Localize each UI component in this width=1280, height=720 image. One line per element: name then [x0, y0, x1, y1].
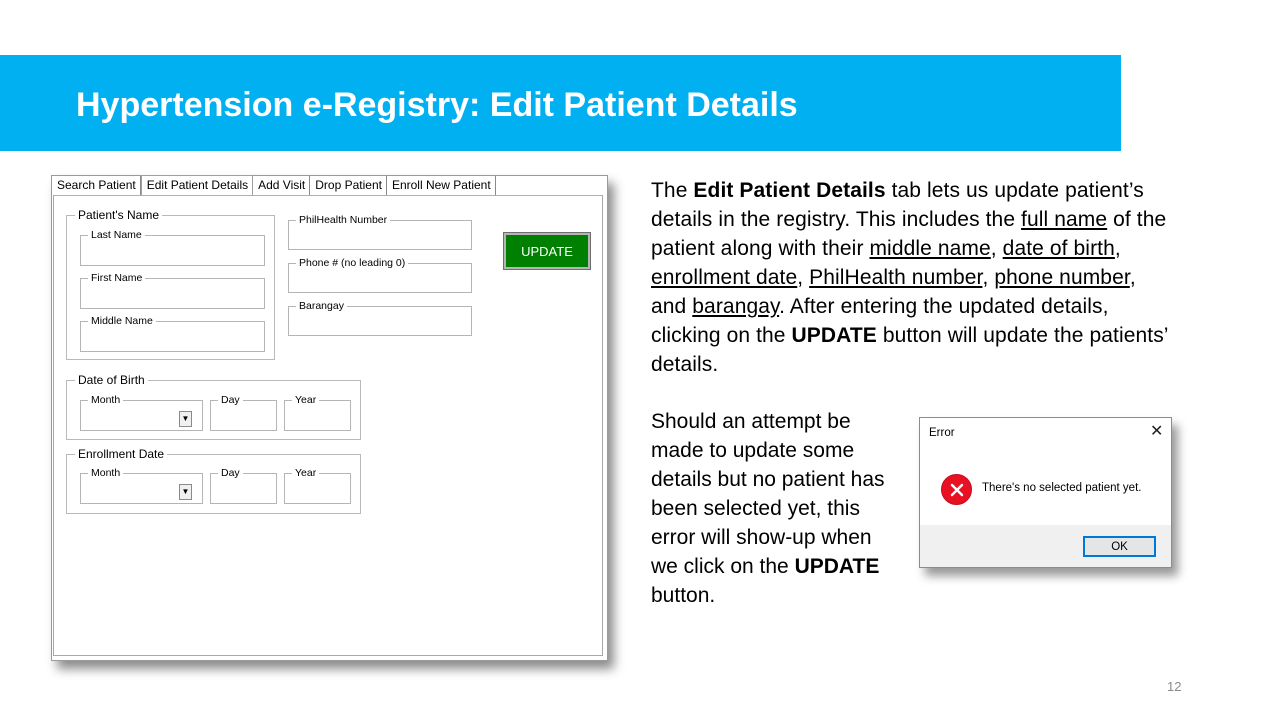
dob-month-box: Month ▼: [80, 394, 203, 431]
dialog-title: Error: [929, 427, 955, 439]
error-icon: [941, 474, 972, 505]
tab-drop-patient[interactable]: Drop Patient: [310, 176, 387, 195]
dob-year-label: Year: [292, 394, 320, 406]
text-run: ,: [1114, 237, 1121, 260]
error-description-paragraph: Should an attempt be made to update some…: [651, 407, 896, 610]
page-number: 12: [1167, 679, 1182, 694]
dob-year-box: Year: [284, 394, 351, 431]
middle-name-box: Middle Name: [80, 315, 265, 352]
middle-name-label: Middle Name: [88, 315, 156, 327]
first-name-box: First Name: [80, 272, 265, 309]
barangay-box: Barangay: [288, 300, 472, 336]
dob-day-box: Day: [210, 394, 277, 431]
phone-label: Phone # (no leading 0): [296, 257, 409, 269]
chevron-down-icon[interactable]: ▼: [179, 411, 192, 427]
last-name-input[interactable]: [84, 245, 261, 262]
tab-enroll-new-patient[interactable]: Enroll New Patient: [387, 176, 496, 195]
text-run: ,: [797, 266, 810, 289]
enroll-year-box: Year: [284, 467, 351, 504]
phone-input[interactable]: [292, 273, 468, 289]
dob-day-input[interactable]: [214, 410, 273, 427]
enroll-year-label: Year: [292, 467, 320, 479]
text-run: button.: [651, 584, 716, 607]
patient-name-legend: Patient's Name: [75, 208, 162, 222]
enroll-day-box: Day: [210, 467, 277, 504]
update-button[interactable]: UPDATE: [503, 232, 591, 270]
first-name-label: First Name: [88, 272, 146, 284]
enrollment-date-legend: Enrollment Date: [75, 447, 168, 461]
enrollment-date-group: Enrollment Date Month ▼ Day Year: [66, 447, 361, 514]
text-run: barangay: [692, 295, 780, 318]
barangay-label: Barangay: [296, 300, 347, 312]
text-run: ,: [982, 266, 995, 289]
text-run: ,: [990, 237, 1003, 260]
tab-search-patient[interactable]: Search Patient: [52, 176, 141, 195]
text-run: UPDATE: [791, 324, 877, 347]
dialog-footer: OK: [920, 525, 1171, 567]
tab-edit-patient-details[interactable]: Edit Patient Details: [140, 175, 254, 196]
text-run: middle name: [869, 237, 991, 260]
edit-patient-form-window: Search Patient Edit Patient Details Add …: [51, 175, 608, 661]
text-run: Edit Patient Details: [693, 179, 886, 202]
last-name-box: Last Name: [80, 229, 265, 266]
dob-day-label: Day: [218, 394, 243, 406]
enroll-day-label: Day: [218, 467, 243, 479]
text-run: phone number: [994, 266, 1130, 289]
text-run: PhilHealth number: [809, 266, 983, 289]
ok-button[interactable]: OK: [1083, 536, 1156, 557]
text-run: enrollment date: [651, 266, 798, 289]
text-run: full name: [1021, 208, 1108, 231]
dob-year-input[interactable]: [288, 410, 347, 427]
last-name-label: Last Name: [88, 229, 145, 241]
text-run: Should an attempt be made to update some…: [651, 410, 885, 578]
description-paragraph: The Edit Patient Details tab lets us upd…: [651, 176, 1171, 379]
middle-name-input[interactable]: [84, 331, 261, 348]
tab-strip: Search Patient Edit Patient Details Add …: [52, 175, 496, 196]
chevron-down-icon[interactable]: ▼: [179, 484, 192, 500]
slide-title: Hypertension e-Registry: Edit Patient De…: [76, 86, 798, 124]
date-of-birth-legend: Date of Birth: [75, 373, 148, 387]
edit-patient-panel: Patient's Name Last Name First Name Midd…: [53, 195, 603, 656]
philhealth-box: PhilHealth Number: [288, 214, 472, 250]
dob-month-label: Month: [88, 394, 124, 406]
text-run: date of birth: [1002, 237, 1115, 260]
first-name-input[interactable]: [84, 288, 261, 305]
enroll-month-label: Month: [88, 467, 124, 479]
text-run: UPDATE: [794, 555, 880, 578]
phone-box: Phone # (no leading 0): [288, 257, 472, 293]
barangay-input[interactable]: [292, 316, 468, 332]
tab-add-visit[interactable]: Add Visit: [253, 176, 311, 195]
patient-name-group: Patient's Name Last Name First Name Midd…: [66, 208, 275, 360]
enroll-month-box: Month ▼: [80, 467, 203, 504]
error-dialog: Error ✕ There's no selected patient yet.…: [919, 417, 1172, 568]
enroll-year-input[interactable]: [288, 483, 347, 500]
close-icon[interactable]: ✕: [1150, 422, 1163, 442]
date-of-birth-group: Date of Birth Month ▼ Day Year: [66, 373, 361, 440]
dialog-message: There's no selected patient yet.: [982, 482, 1142, 494]
philhealth-input[interactable]: [292, 230, 468, 246]
philhealth-label: PhilHealth Number: [296, 214, 391, 226]
text-run: The: [651, 179, 694, 202]
enroll-day-input[interactable]: [214, 483, 273, 500]
